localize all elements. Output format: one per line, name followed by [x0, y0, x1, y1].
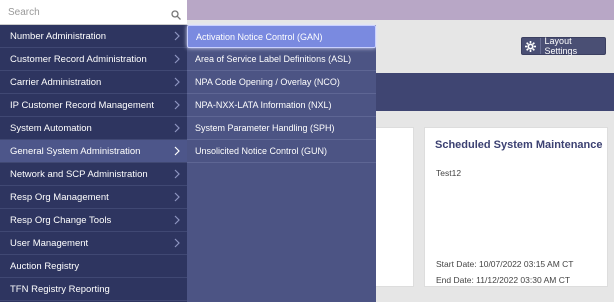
- menu-item-label: Carrier Administration: [10, 76, 102, 88]
- chevron-right-icon: [174, 146, 180, 156]
- submenu-item-unsolicited-notice-control[interactable]: Unsolicited Notice Control (GUN): [187, 140, 376, 163]
- menu-item-label: Resp Org Change Tools: [10, 214, 112, 226]
- menu-item-label: TFN Registry Reporting: [10, 283, 110, 295]
- menu-item-network-and-scp-administration[interactable]: Network and SCP Administration: [0, 163, 187, 186]
- card-body: Test12: [436, 168, 462, 178]
- submenu-item-npa-code-opening-overlay[interactable]: NPA Code Opening / Overlay (NCO): [187, 71, 376, 94]
- menu-item-number-administration[interactable]: Number Administration: [0, 25, 187, 48]
- menu-item-label: User Management: [10, 237, 89, 249]
- gear-icon: [522, 38, 541, 54]
- chevron-right-icon: [174, 54, 180, 64]
- menu-item-resp-org-management[interactable]: Resp Org Management: [0, 186, 187, 209]
- chevron-right-icon: [174, 238, 180, 248]
- menu-item-auction-registry[interactable]: Auction Registry: [0, 255, 187, 278]
- card-end-date: End Date: 11/12/2022 03:30 AM CT: [436, 275, 571, 285]
- page-banner: [360, 73, 614, 111]
- menu-item-system-automation[interactable]: System Automation: [0, 117, 187, 140]
- card-start-date: Start Date: 10/07/2022 03:15 AM CT: [436, 259, 574, 269]
- menu-item-label: Network and SCP Administration: [10, 168, 148, 180]
- menu-item-label: IP Customer Record Management: [10, 99, 154, 111]
- menu-item-label: General System Administration: [10, 145, 141, 157]
- chevron-right-icon: [174, 100, 180, 110]
- menu-item-carrier-administration[interactable]: Carrier Administration: [0, 71, 187, 94]
- layout-settings-label: Layout Settings: [544, 36, 578, 56]
- menu-item-label: Resp Org Management: [10, 191, 109, 203]
- card-title: Scheduled System Maintenance: [435, 139, 603, 151]
- dashboard-card: [372, 127, 414, 287]
- search-bar: [0, 0, 187, 25]
- chevron-right-icon: [174, 215, 180, 225]
- menu-item-customer-record-administration[interactable]: Customer Record Administration: [0, 48, 187, 71]
- menu-item-label: Auction Registry: [10, 260, 80, 272]
- chevron-right-icon: [174, 123, 180, 133]
- search-input[interactable]: [6, 5, 160, 19]
- chevron-right-icon: [174, 192, 180, 202]
- menu-item-general-system-administration[interactable]: General System Administration: [0, 140, 187, 163]
- menu-item-user-management[interactable]: User Management: [0, 232, 187, 255]
- menu-item-ip-customer-record-management[interactable]: IP Customer Record Management: [0, 94, 187, 117]
- chevron-right-icon: [174, 31, 180, 41]
- menu-item-resp-org-change-tools[interactable]: Resp Org Change Tools: [0, 209, 187, 232]
- menu-item-label: Number Administration: [10, 30, 107, 42]
- submenu-item-activation-notice-control[interactable]: Activation Notice Control (GAN): [187, 25, 376, 48]
- menu-item-label: Customer Record Administration: [10, 53, 147, 65]
- menu-item-tfn-registry-reporting[interactable]: TFN Registry Reporting: [0, 278, 187, 301]
- submenu-item-system-parameter-handling[interactable]: System Parameter Handling (SPH): [187, 117, 376, 140]
- submenu-item-area-of-service-label-definitions[interactable]: Area of Service Label Definitions (ASL): [187, 48, 376, 71]
- chevron-right-icon: [174, 169, 180, 179]
- layout-settings-button[interactable]: Layout Settings: [521, 36, 606, 56]
- maintenance-card: Scheduled System Maintenance Test12 Star…: [424, 127, 608, 287]
- chevron-right-icon: [174, 77, 180, 87]
- main-menu: Number Administration Customer Record Ad…: [0, 0, 187, 302]
- submenu-general-system-administration: Activation Notice Control (GAN) Area of …: [187, 25, 376, 302]
- menu-item-label: System Automation: [10, 122, 92, 134]
- search-icon[interactable]: [171, 7, 181, 20]
- submenu-item-npa-nxx-lata-information[interactable]: NPA-NXX-LATA Information (NXL): [187, 94, 376, 117]
